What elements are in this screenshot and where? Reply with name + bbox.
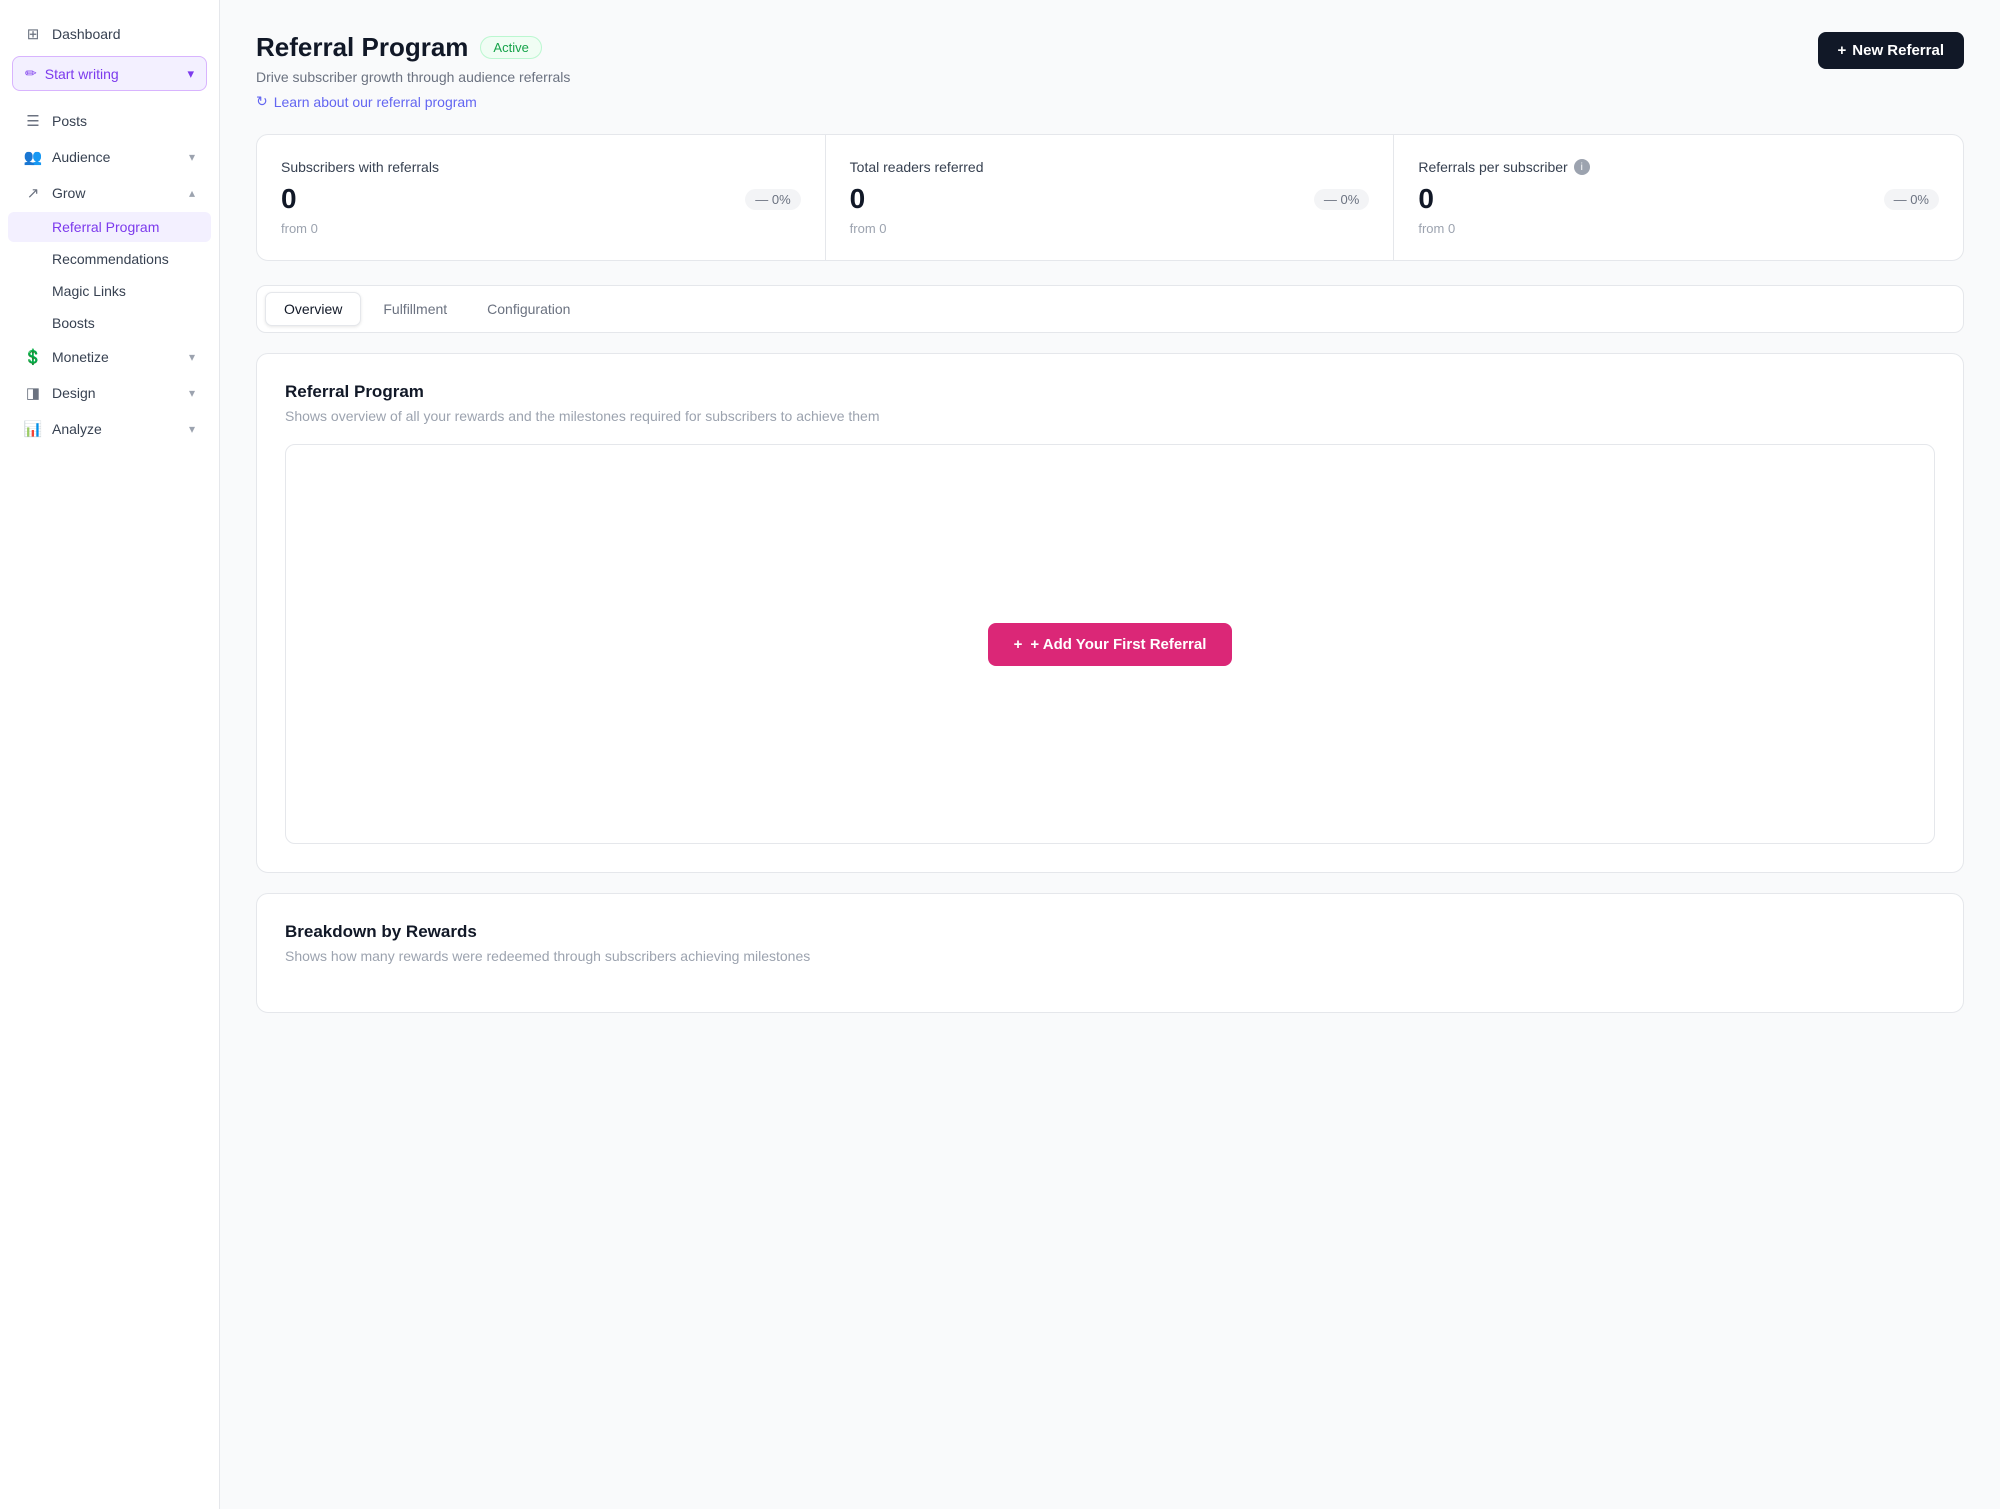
- pencil-icon: ✏: [25, 65, 37, 82]
- stat-label-subscribers: Subscribers with referrals: [281, 159, 439, 175]
- stat-value-readers: 0: [850, 183, 866, 215]
- stat-card-per-subscriber: Referrals per subscriber i 0 — 0% from 0: [1394, 135, 1963, 260]
- start-writing-label: Start writing: [45, 66, 119, 82]
- add-first-referral-label: + Add Your First Referral: [1030, 636, 1206, 653]
- design-label: Design: [52, 385, 96, 401]
- audience-label: Audience: [52, 149, 110, 165]
- stats-row: Subscribers with referrals 0 — 0% from 0…: [256, 134, 1964, 261]
- magic-links-label: Magic Links: [52, 283, 126, 299]
- sidebar-item-posts[interactable]: ☰ Posts: [8, 104, 211, 138]
- sidebar-item-magic-links[interactable]: Magic Links: [8, 276, 211, 306]
- page-title-row: Referral Program Active: [256, 32, 570, 63]
- page-header: Referral Program Active Drive subscriber…: [256, 32, 1964, 110]
- design-icon: ◨: [24, 384, 42, 402]
- breakdown-card-title: Breakdown by Rewards: [285, 922, 1935, 942]
- new-referral-button[interactable]: + New Referral: [1818, 32, 1964, 69]
- main-content: Referral Program Active Drive subscriber…: [220, 0, 2000, 1509]
- analyze-label: Analyze: [52, 421, 102, 437]
- sidebar-item-boosts[interactable]: Boosts: [8, 308, 211, 338]
- stat-from-subscribers: from 0: [281, 221, 801, 236]
- tab-configuration[interactable]: Configuration: [469, 292, 588, 326]
- boosts-label: Boosts: [52, 315, 95, 331]
- breakdown-card-subtitle: Shows how many rewards were redeemed thr…: [285, 948, 1935, 964]
- sidebar-item-design[interactable]: ◨ Design ▾: [8, 376, 211, 410]
- design-chevron-icon: ▾: [189, 386, 195, 400]
- stat-change-readers: — 0%: [1314, 189, 1369, 210]
- chevron-down-icon: ▾: [187, 66, 194, 82]
- referral-program-card-subtitle: Shows overview of all your rewards and t…: [285, 408, 1935, 424]
- grow-label: Grow: [52, 185, 85, 201]
- sidebar-item-dashboard[interactable]: ⊞ Dashboard: [8, 17, 211, 51]
- active-badge: Active: [480, 36, 541, 59]
- info-icon[interactable]: i: [1574, 159, 1590, 175]
- referral-program-empty-area: + + Add Your First Referral: [285, 444, 1935, 844]
- stat-from-readers: from 0: [850, 221, 1370, 236]
- page-title-area: Referral Program Active Drive subscriber…: [256, 32, 570, 110]
- tab-overview[interactable]: Overview: [265, 292, 361, 326]
- referral-program-card-title: Referral Program: [285, 382, 1935, 402]
- sidebar-item-audience[interactable]: 👥 Audience ▾: [8, 140, 211, 174]
- monetize-label: Monetize: [52, 349, 109, 365]
- stat-card-subscribers: Subscribers with referrals 0 — 0% from 0: [257, 135, 826, 260]
- refresh-icon: ↻: [256, 93, 268, 110]
- analyze-chevron-icon: ▾: [189, 422, 195, 436]
- analyze-icon: 📊: [24, 420, 42, 438]
- sidebar-item-grow[interactable]: ↗ Grow ▴: [8, 176, 211, 210]
- add-first-referral-button[interactable]: + + Add Your First Referral: [988, 623, 1233, 666]
- posts-icon: ☰: [24, 112, 42, 130]
- recommendations-label: Recommendations: [52, 251, 169, 267]
- dashboard-label: Dashboard: [52, 26, 121, 42]
- sidebar: ⊞ Dashboard ✏ Start writing ▾ ☰ Posts 👥 …: [0, 0, 220, 1509]
- breakdown-card: Breakdown by Rewards Shows how many rewa…: [256, 893, 1964, 1013]
- stat-card-readers: Total readers referred 0 — 0% from 0: [826, 135, 1395, 260]
- grow-icon: ↗: [24, 184, 42, 202]
- stat-change-subscribers: — 0%: [745, 189, 800, 210]
- sidebar-item-analyze[interactable]: 📊 Analyze ▾: [8, 412, 211, 446]
- add-referral-plus-icon: +: [1014, 636, 1023, 653]
- new-referral-label: New Referral: [1852, 42, 1944, 59]
- stat-label-per-subscriber: Referrals per subscriber: [1418, 159, 1567, 175]
- dashboard-icon: ⊞: [24, 25, 42, 43]
- stat-value-per-subscriber: 0: [1418, 183, 1434, 215]
- learn-link[interactable]: ↻ Learn about our referral program: [256, 93, 570, 110]
- audience-chevron-icon: ▾: [189, 150, 195, 164]
- sidebar-item-recommendations[interactable]: Recommendations: [8, 244, 211, 274]
- grow-chevron-icon: ▴: [189, 186, 195, 200]
- tabs-bar: Overview Fulfillment Configuration: [256, 285, 1964, 333]
- page-subtitle: Drive subscriber growth through audience…: [256, 69, 570, 85]
- page-title: Referral Program: [256, 32, 468, 63]
- stat-from-per-subscriber: from 0: [1418, 221, 1939, 236]
- monetize-icon: 💲: [24, 348, 42, 366]
- monetize-chevron-icon: ▾: [189, 350, 195, 364]
- referral-program-card: Referral Program Shows overview of all y…: [256, 353, 1964, 873]
- stat-value-subscribers: 0: [281, 183, 297, 215]
- new-referral-plus-icon: +: [1838, 42, 1847, 59]
- audience-icon: 👥: [24, 148, 42, 166]
- sidebar-item-monetize[interactable]: 💲 Monetize ▾: [8, 340, 211, 374]
- learn-link-text: Learn about our referral program: [274, 94, 477, 110]
- sidebar-item-referral-program[interactable]: Referral Program: [8, 212, 211, 242]
- start-writing-button[interactable]: ✏ Start writing ▾: [12, 56, 207, 91]
- posts-label: Posts: [52, 113, 87, 129]
- stat-change-per-subscriber: — 0%: [1884, 189, 1939, 210]
- stat-label-readers: Total readers referred: [850, 159, 984, 175]
- referral-program-label: Referral Program: [52, 219, 159, 235]
- tab-fulfillment[interactable]: Fulfillment: [365, 292, 465, 326]
